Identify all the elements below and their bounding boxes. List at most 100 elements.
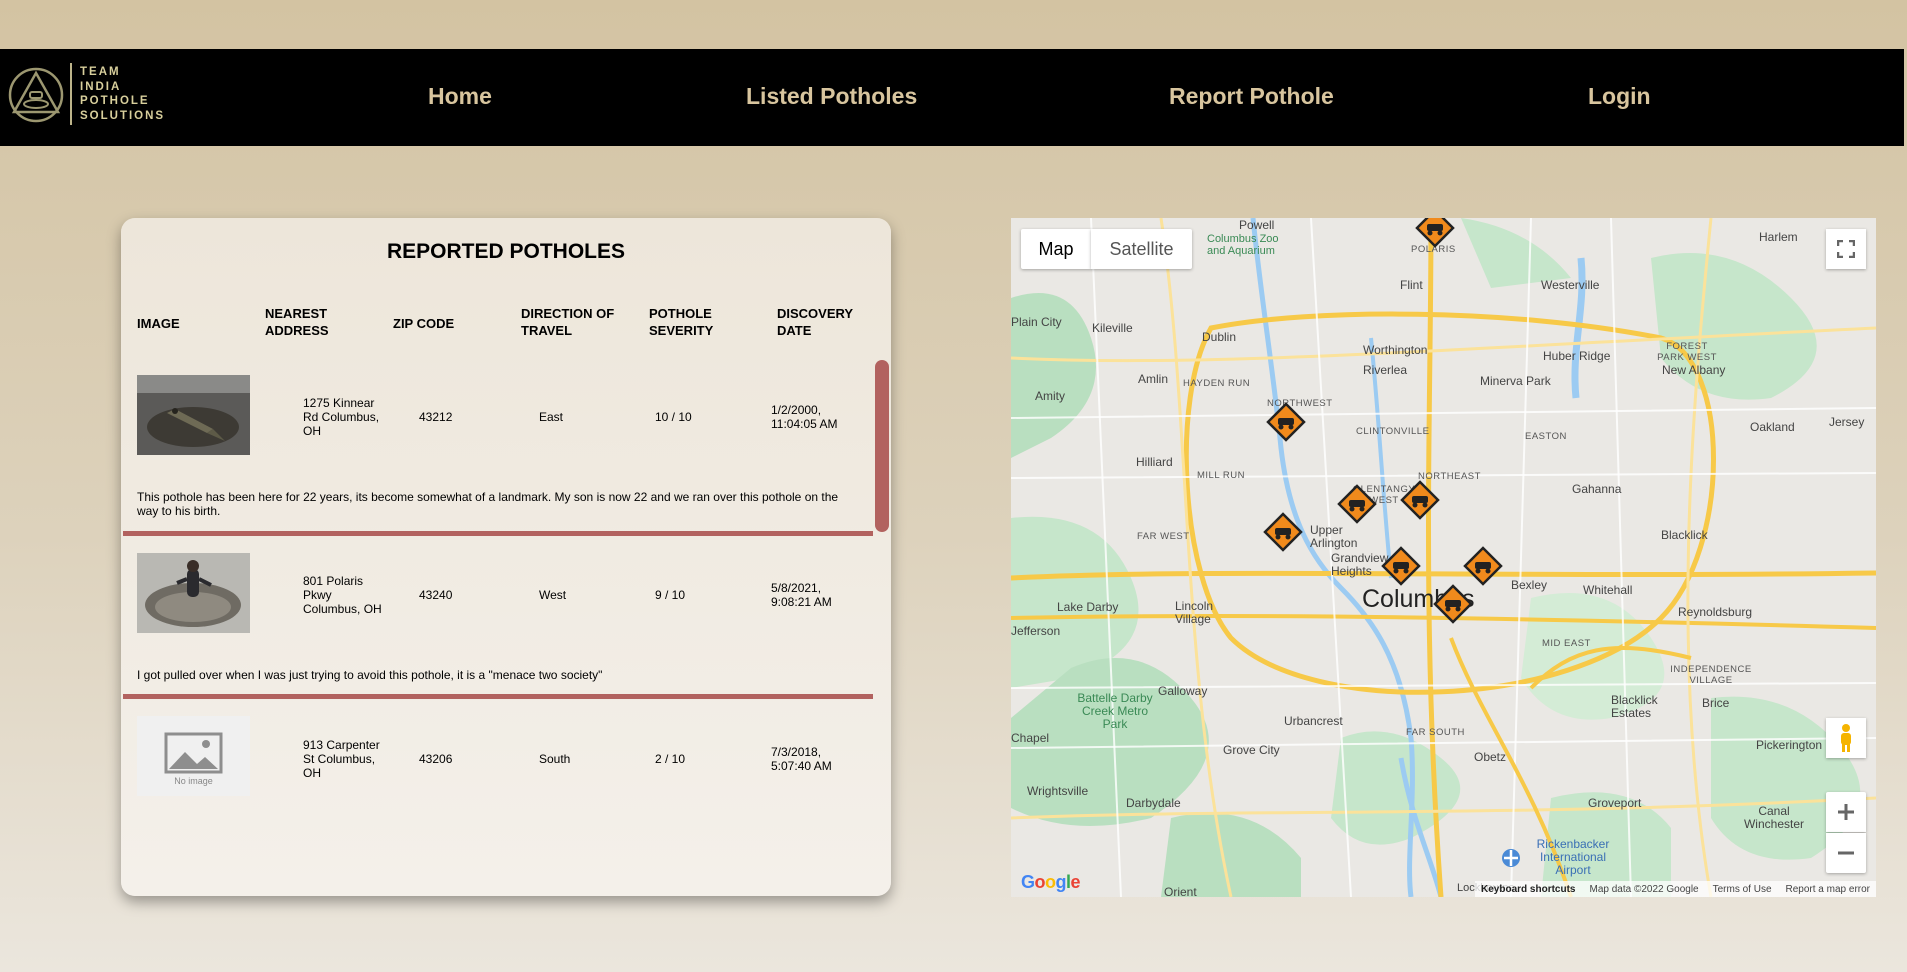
map-label-poi: Columbus Zoo and Aquarium [1207, 233, 1279, 257]
row-date: 1/2/2000, 11:04:05 AM [771, 403, 838, 431]
map-label-city: Gahanna [1572, 482, 1622, 496]
fullscreen-button[interactable] [1826, 229, 1866, 269]
pegman-icon [1841, 724, 1851, 752]
minus-icon [1838, 851, 1854, 855]
map-label-city: New Albany [1662, 363, 1726, 377]
map-label-neighborhood: EASTON [1525, 431, 1567, 442]
map-label-city: Lincoln Village [1175, 599, 1214, 626]
flooded-pothole-image [137, 553, 250, 633]
map-label-city: Chapel [1011, 731, 1050, 745]
map-label-neighborhood: MID EAST [1542, 638, 1591, 649]
pothole-logo-icon [8, 67, 64, 123]
top-nav: TEAM INDIA POTHOLE SOLUTIONS Home Listed… [0, 49, 1904, 146]
map-label-city: Groveport [1588, 796, 1642, 810]
logo-line: POTHOLE [80, 95, 150, 107]
row-separator [123, 531, 873, 536]
row-severity: 9 / 10 [655, 588, 686, 602]
map-label-neighborhood: FAR SOUTH [1406, 727, 1465, 738]
header-discovery-date: DISCOVERY DATE [777, 306, 853, 338]
row-zip: 43212 [419, 410, 453, 424]
map-label-neighborhood: CLINTONVILLE [1356, 426, 1430, 437]
map-label-city: Flint [1400, 278, 1423, 292]
map-label-city: Galloway [1158, 684, 1208, 698]
map-label-park: Battelle Darby Creek Metro Park [1077, 691, 1153, 731]
row-direction: East [539, 410, 564, 424]
map-label-city: Minerva Park [1480, 374, 1551, 388]
zoom-out-button[interactable] [1826, 833, 1866, 873]
map-label-city: Blacklick [1661, 528, 1708, 542]
pothole-marker-icon[interactable] [1381, 546, 1421, 586]
list-scrollbar[interactable] [875, 360, 889, 532]
table-row: 1275 Kinnear Rd Columbus, OH 43212 East … [121, 360, 873, 538]
pothole-marker-icon[interactable] [1415, 218, 1455, 248]
table-row: 801 Polaris Pkwy Columbus, OH 43240 West… [121, 538, 873, 703]
map-type-map-button[interactable]: Map [1021, 229, 1091, 269]
reported-potholes-card: REPORTED POTHOLES IMAGE NEAREST ADDRESS … [121, 218, 891, 896]
card-title: REPORTED POTHOLES [386, 240, 626, 263]
map-label-city: Wrightsville [1027, 784, 1089, 798]
pothole-marker-icon[interactable] [1463, 546, 1503, 586]
pothole-marker-icon[interactable] [1433, 584, 1473, 624]
map-label-neighborhood: FAR WEST [1137, 531, 1190, 542]
map-label-city: Plain City [1011, 315, 1062, 329]
google-logo[interactable]: Google [1021, 872, 1081, 893]
map-label-neighborhood: FOREST PARK WEST [1657, 341, 1717, 363]
row-severity: 2 / 10 [655, 752, 686, 766]
map-footer: Keyboard shortcuts Map data ©2022 Google… [1475, 881, 1876, 897]
row-date: 7/3/2018, 5:07:40 AM [771, 745, 832, 773]
row-description: I got pulled over when I was just trying… [137, 668, 603, 682]
pothole-list[interactable]: 1275 Kinnear Rd Columbus, OH 43212 East … [121, 360, 891, 896]
map-label-city: Oakland [1750, 420, 1795, 434]
row-date: 5/8/2021, 9:08:21 AM [771, 581, 832, 609]
header-image: IMAGE [137, 316, 180, 331]
pothole-thumbnail[interactable]: No image [137, 716, 250, 796]
pothole-map[interactable]: Powell Columbus Zoo and Aquarium Harlem … [1011, 218, 1876, 897]
nav-login-link[interactable]: Login [1588, 83, 1651, 110]
map-label-city: Jersey [1829, 415, 1865, 429]
header-direction-of-travel: DIRECTION OF TRAVEL [521, 306, 615, 338]
fullscreen-icon [1837, 240, 1855, 258]
map-label-city: Brice [1702, 696, 1730, 710]
map-label-city: Bexley [1511, 578, 1548, 592]
row-description: This pothole has been here for 22 years,… [137, 490, 839, 518]
nav-report-pothole-link[interactable]: Report Pothole [1169, 83, 1334, 110]
pothole-marker-icon[interactable] [1400, 480, 1440, 520]
map-label-city: Worthington [1363, 343, 1428, 357]
header-nearest-address: NEAREST ADDRESS [265, 306, 329, 338]
pothole-marker-icon[interactable] [1266, 402, 1306, 442]
map-label-neighborhood: HAYDEN RUN [1183, 378, 1251, 389]
map-label-neighborhood: MILL RUN [1197, 470, 1245, 481]
logo-line: TEAM [80, 66, 121, 78]
header-pothole-severity: POTHOLE SEVERITY [649, 306, 714, 338]
pothole-marker-icon[interactable] [1263, 512, 1303, 552]
map-type-satellite-button[interactable]: Satellite [1091, 229, 1192, 269]
pothole-thumbnail[interactable] [137, 553, 250, 633]
logo-divider [70, 63, 72, 125]
terms-of-use-link[interactable]: Terms of Use [1713, 884, 1772, 895]
keyboard-shortcuts-link[interactable]: Keyboard shortcuts [1481, 884, 1575, 895]
row-direction: West [539, 588, 567, 602]
pothole-marker-icon[interactable] [1337, 484, 1377, 524]
no-image-label: No image [174, 776, 213, 786]
row-zip: 43206 [419, 752, 453, 766]
map-label-airport: Rickenbacker International Airport [1536, 837, 1610, 877]
logo-line: SOLUTIONS [80, 109, 166, 122]
row-address: 1275 Kinnear Rd Columbus, OH [303, 396, 380, 438]
map-label-city: Amity [1035, 389, 1065, 403]
zoom-in-button[interactable] [1826, 792, 1866, 832]
map-label-city: Hilliard [1136, 455, 1173, 469]
row-separator [123, 694, 873, 699]
map-data-attribution: Map data ©2022 Google [1589, 883, 1699, 895]
map-label-city: Jefferson [1011, 624, 1061, 638]
pothole-thumbnail[interactable] [137, 375, 250, 455]
map-label-city: Kileville [1092, 321, 1133, 335]
logo-line: INDIA [80, 80, 122, 93]
nav-home-link[interactable]: Home [428, 83, 492, 110]
row-zip: 43240 [419, 588, 453, 602]
nav-listed-potholes-link[interactable]: Listed Potholes [746, 83, 917, 110]
report-map-error-link[interactable]: Report a map error [1786, 884, 1870, 895]
alligator-pothole-image [137, 375, 250, 455]
street-view-button[interactable] [1826, 718, 1866, 758]
plus-icon [1838, 804, 1854, 820]
logo[interactable]: TEAM INDIA POTHOLE SOLUTIONS [6, 63, 165, 125]
